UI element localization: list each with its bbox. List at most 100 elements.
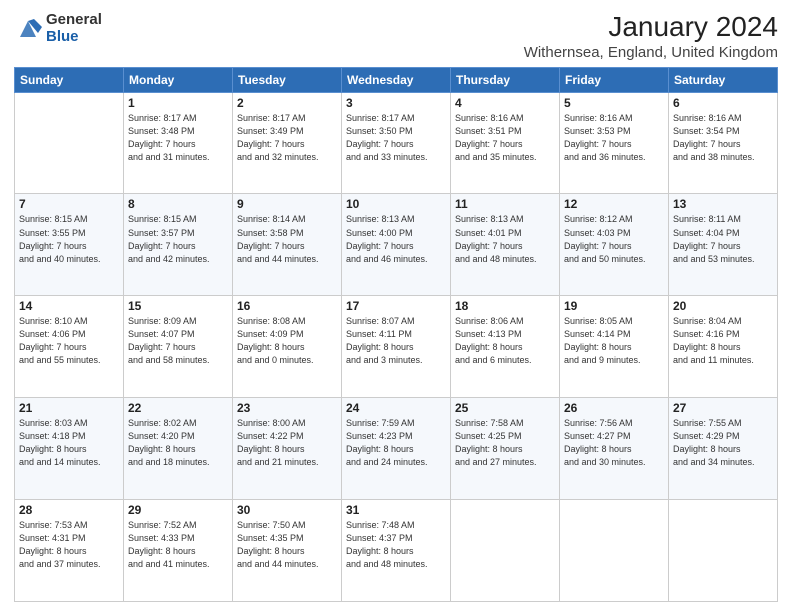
weekday-header-cell: Monday — [124, 67, 233, 92]
day-info: Sunrise: 7:56 AMSunset: 4:27 PMDaylight:… — [564, 417, 664, 469]
day-info: Sunrise: 8:10 AMSunset: 4:06 PMDaylight:… — [19, 315, 119, 367]
calendar-cell: 7 Sunrise: 8:15 AMSunset: 3:55 PMDaylight… — [15, 194, 124, 296]
day-number: 4 — [455, 96, 555, 110]
day-number: 12 — [564, 197, 664, 211]
day-number: 11 — [455, 197, 555, 211]
day-info: Sunrise: 8:08 AMSunset: 4:09 PMDaylight:… — [237, 315, 337, 367]
calendar-cell: 26 Sunrise: 7:56 AMSunset: 4:27 PMDayligh… — [560, 398, 669, 500]
calendar-cell: 15 Sunrise: 8:09 AMSunset: 4:07 PMDayligh… — [124, 296, 233, 398]
day-number: 19 — [564, 299, 664, 313]
day-info: Sunrise: 8:06 AMSunset: 4:13 PMDaylight:… — [455, 315, 555, 367]
logo-icon — [14, 15, 42, 43]
day-info: Sunrise: 7:52 AMSunset: 4:33 PMDaylight:… — [128, 519, 228, 571]
day-info: Sunrise: 8:17 AMSunset: 3:50 PMDaylight:… — [346, 112, 446, 164]
day-number: 3 — [346, 96, 446, 110]
day-info: Sunrise: 8:16 AMSunset: 3:53 PMDaylight:… — [564, 112, 664, 164]
calendar-cell — [15, 92, 124, 194]
weekday-header-cell: Saturday — [669, 67, 778, 92]
calendar-cell: 23Sunrise: 8:00 AMSunset: 4:22 PMDayligh… — [233, 398, 342, 500]
calendar-cell: 18 Sunrise: 8:06 AMSunset: 4:13 PMDayligh… — [451, 296, 560, 398]
calendar-cell: 11 Sunrise: 8:13 AMSunset: 4:01 PMDayligh… — [451, 194, 560, 296]
calendar-cell: 9 Sunrise: 8:14 AMSunset: 3:58 PMDaylight… — [233, 194, 342, 296]
day-number: 20 — [673, 299, 773, 313]
day-info: Sunrise: 7:50 AMSunset: 4:35 PMDaylight:… — [237, 519, 337, 571]
day-number: 8 — [128, 197, 228, 211]
day-number: 14 — [19, 299, 119, 313]
day-info: Sunrise: 8:14 AMSunset: 3:58 PMDaylight:… — [237, 213, 337, 265]
day-number: 29 — [128, 503, 228, 517]
calendar-cell: 19 Sunrise: 8:05 AMSunset: 4:14 PMDayligh… — [560, 296, 669, 398]
day-number: 17 — [346, 299, 446, 313]
day-number: 18 — [455, 299, 555, 313]
day-info: Sunrise: 8:09 AMSunset: 4:07 PMDaylight:… — [128, 315, 228, 367]
weekday-header-cell: Sunday — [15, 67, 124, 92]
day-number: 23 — [237, 401, 337, 415]
day-number: 10 — [346, 197, 446, 211]
calendar-cell — [451, 500, 560, 602]
day-number: 1 — [128, 96, 228, 110]
calendar-body: 1 Sunrise: 8:17 AMSunset: 3:48 PMDaylight… — [15, 92, 778, 601]
day-number: 25 — [455, 401, 555, 415]
calendar-cell: 2Sunrise: 8:17 AMSunset: 3:49 PMDaylight… — [233, 92, 342, 194]
day-number: 9 — [237, 197, 337, 211]
day-info: Sunrise: 8:07 AMSunset: 4:11 PMDaylight:… — [346, 315, 446, 367]
day-info: Sunrise: 8:05 AMSunset: 4:14 PMDaylight:… — [564, 315, 664, 367]
calendar-week-row: 14 Sunrise: 8:10 AMSunset: 4:06 PMDayligh… — [15, 296, 778, 398]
month-year: January 2024 — [524, 10, 778, 44]
calendar-cell: 20 Sunrise: 8:04 AMSunset: 4:16 PMDayligh… — [669, 296, 778, 398]
header: General Blue January 2024 Withernsea, En… — [14, 10, 778, 61]
calendar-cell: 16 Sunrise: 8:08 AMSunset: 4:09 PMDayligh… — [233, 296, 342, 398]
calendar-cell: 5 Sunrise: 8:16 AMSunset: 3:53 PMDaylight… — [560, 92, 669, 194]
calendar-cell — [560, 500, 669, 602]
day-info: Sunrise: 8:11 AMSunset: 4:04 PMDaylight:… — [673, 213, 773, 265]
calendar-cell: 24Sunrise: 7:59 AMSunset: 4:23 PMDayligh… — [342, 398, 451, 500]
day-number: 7 — [19, 197, 119, 211]
calendar-cell: 25Sunrise: 7:58 AMSunset: 4:25 PMDayligh… — [451, 398, 560, 500]
day-info: Sunrise: 7:59 AMSunset: 4:23 PMDaylight:… — [346, 417, 446, 469]
calendar-cell: 6 Sunrise: 8:16 AMSunset: 3:54 PMDaylight… — [669, 92, 778, 194]
calendar-cell: 17 Sunrise: 8:07 AMSunset: 4:11 PMDayligh… — [342, 296, 451, 398]
location: Withernsea, England, United Kingdom — [524, 44, 778, 61]
calendar-cell: 27Sunrise: 7:55 AMSunset: 4:29 PMDayligh… — [669, 398, 778, 500]
calendar-page: General Blue January 2024 Withernsea, En… — [0, 0, 792, 612]
day-number: 6 — [673, 96, 773, 110]
title-section: January 2024 Withernsea, England, United… — [524, 10, 778, 61]
calendar-week-row: 21Sunrise: 8:03 AMSunset: 4:18 PMDayligh… — [15, 398, 778, 500]
day-number: 28 — [19, 503, 119, 517]
day-number: 21 — [19, 401, 119, 415]
day-info: Sunrise: 8:16 AMSunset: 3:54 PMDaylight:… — [673, 112, 773, 164]
calendar-cell — [669, 500, 778, 602]
day-number: 31 — [346, 503, 446, 517]
day-info: Sunrise: 8:17 AMSunset: 3:49 PMDaylight:… — [237, 112, 337, 164]
calendar-table: SundayMondayTuesdayWednesdayThursdayFrid… — [14, 67, 778, 602]
calendar-cell: 29 Sunrise: 7:52 AMSunset: 4:33 PMDayligh… — [124, 500, 233, 602]
day-info: Sunrise: 8:15 AMSunset: 3:55 PMDaylight:… — [19, 213, 119, 265]
weekday-header-cell: Thursday — [451, 67, 560, 92]
day-number: 30 — [237, 503, 337, 517]
day-info: Sunrise: 7:53 AMSunset: 4:31 PMDaylight:… — [19, 519, 119, 571]
day-number: 26 — [564, 401, 664, 415]
calendar-cell: 8Sunrise: 8:15 AMSunset: 3:57 PMDaylight… — [124, 194, 233, 296]
weekday-header-row: SundayMondayTuesdayWednesdayThursdayFrid… — [15, 67, 778, 92]
day-info: Sunrise: 8:17 AMSunset: 3:48 PMDaylight:… — [128, 112, 228, 164]
day-info: Sunrise: 8:02 AMSunset: 4:20 PMDaylight:… — [128, 417, 228, 469]
calendar-cell: 30 Sunrise: 7:50 AMSunset: 4:35 PMDayligh… — [233, 500, 342, 602]
day-info: Sunrise: 8:04 AMSunset: 4:16 PMDaylight:… — [673, 315, 773, 367]
calendar-cell: 28 Sunrise: 7:53 AMSunset: 4:31 PMDayligh… — [15, 500, 124, 602]
day-number: 15 — [128, 299, 228, 313]
calendar-cell: 21Sunrise: 8:03 AMSunset: 4:18 PMDayligh… — [15, 398, 124, 500]
day-number: 5 — [564, 96, 664, 110]
logo: General Blue — [14, 12, 102, 45]
logo-blue-text: Blue — [46, 29, 102, 46]
day-info: Sunrise: 8:13 AMSunset: 4:01 PMDaylight:… — [455, 213, 555, 265]
day-number: 22 — [128, 401, 228, 415]
calendar-cell: 3 Sunrise: 8:17 AMSunset: 3:50 PMDaylight… — [342, 92, 451, 194]
calendar-cell: 12Sunrise: 8:12 AMSunset: 4:03 PMDayligh… — [560, 194, 669, 296]
calendar-cell: 1 Sunrise: 8:17 AMSunset: 3:48 PMDaylight… — [124, 92, 233, 194]
day-info: Sunrise: 8:16 AMSunset: 3:51 PMDaylight:… — [455, 112, 555, 164]
weekday-header-cell: Friday — [560, 67, 669, 92]
calendar-cell: 4 Sunrise: 8:16 AMSunset: 3:51 PMDaylight… — [451, 92, 560, 194]
weekday-header-cell: Tuesday — [233, 67, 342, 92]
day-number: 16 — [237, 299, 337, 313]
calendar-cell: 10Sunrise: 8:13 AMSunset: 4:00 PMDayligh… — [342, 194, 451, 296]
